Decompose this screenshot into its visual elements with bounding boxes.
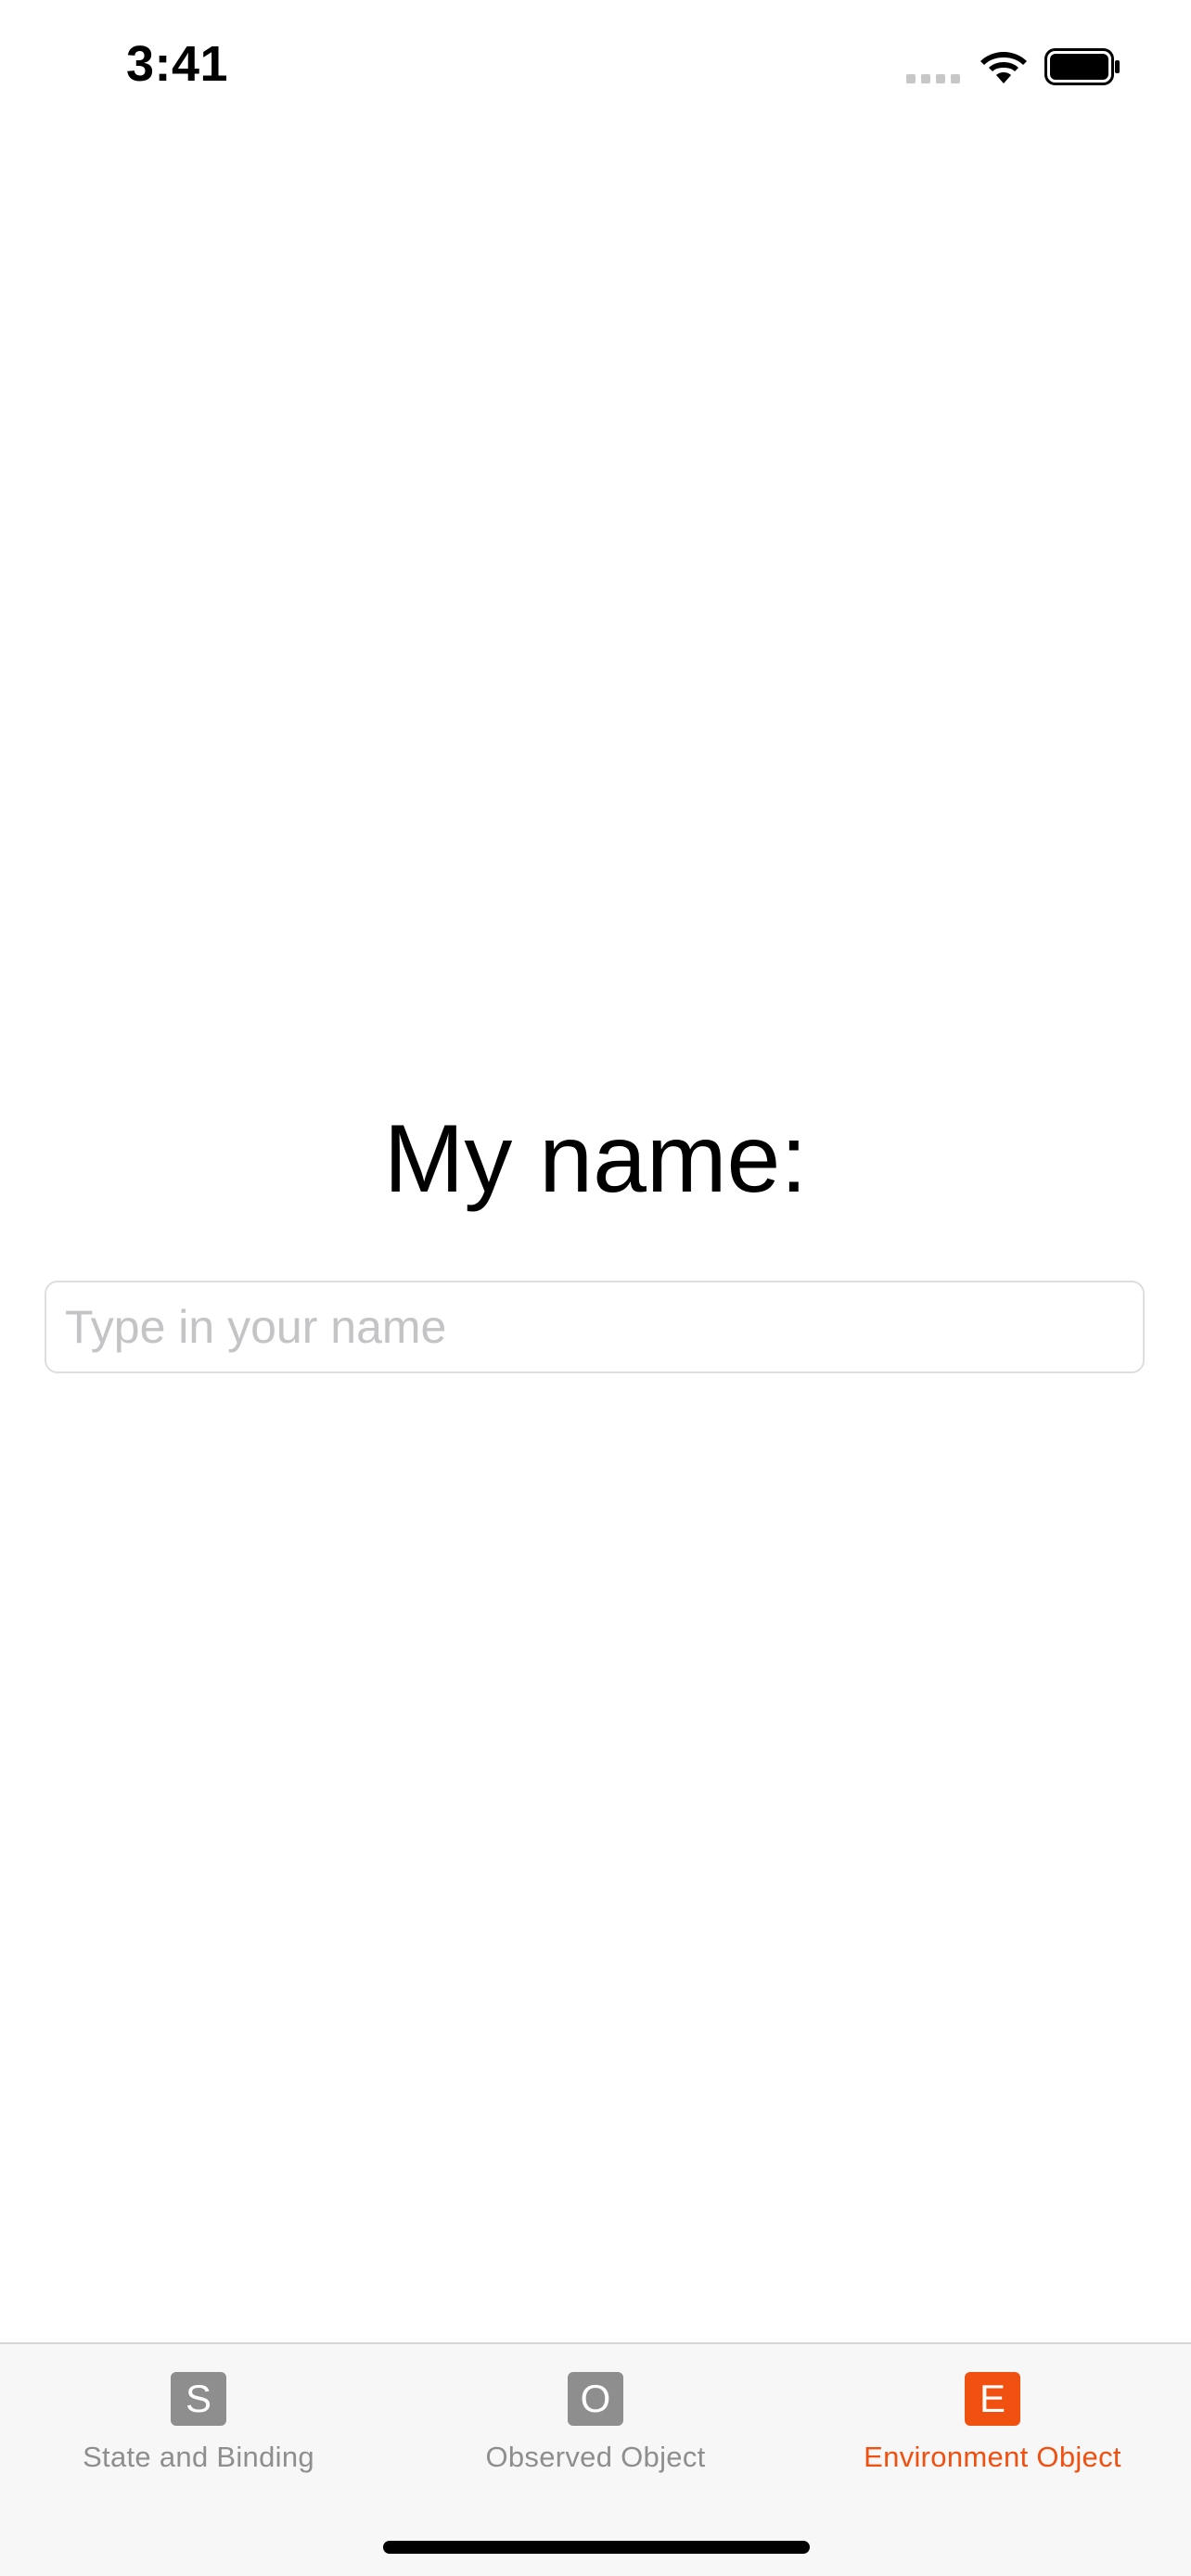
status-time: 3:41 (126, 36, 229, 92)
tab-environment-object[interactable]: E Environment Object (794, 2344, 1191, 2502)
battery-icon (1044, 48, 1120, 85)
wifi-icon (980, 52, 1027, 83)
home-indicator (383, 2541, 810, 2554)
tab-observed-object[interactable]: O Observed Object (397, 2344, 794, 2502)
status-bar: 3:41 (0, 0, 1191, 130)
name-input[interactable] (45, 1281, 1145, 1373)
tab-state-and-binding[interactable]: S State and Binding (0, 2344, 397, 2502)
page-title: My name: (383, 1105, 808, 1213)
e-letter-icon: E (965, 2372, 1020, 2426)
s-letter-icon: S (171, 2372, 226, 2426)
signal-icon (906, 74, 962, 83)
tab-label: State and Binding (83, 2441, 314, 2473)
o-letter-icon: O (568, 2372, 623, 2426)
tab-label: Observed Object (485, 2441, 706, 2473)
tab-label: Environment Object (864, 2441, 1121, 2473)
